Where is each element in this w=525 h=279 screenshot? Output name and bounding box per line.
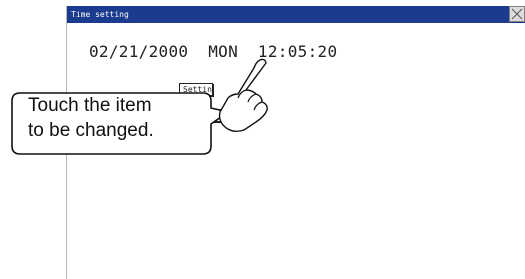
weekday-field[interactable]: MON	[208, 42, 238, 61]
close-icon	[511, 8, 523, 20]
date-field[interactable]: 02/21/2000	[89, 42, 188, 61]
callout-line-2: to be changed.	[28, 120, 154, 141]
close-button[interactable]	[509, 6, 525, 22]
callout-text: Touch the item to be changed.	[12, 93, 228, 143]
window-title: Time setting	[71, 10, 129, 19]
datetime-display: 02/21/2000 MON 12:05:20	[89, 42, 338, 61]
callout-line-1: Touch the item	[28, 95, 152, 116]
minute-field[interactable]: 05	[288, 42, 308, 61]
hour-field[interactable]: 12	[258, 42, 278, 61]
window-titlebar: Time setting	[67, 6, 525, 23]
second-field[interactable]: 20	[318, 42, 338, 61]
